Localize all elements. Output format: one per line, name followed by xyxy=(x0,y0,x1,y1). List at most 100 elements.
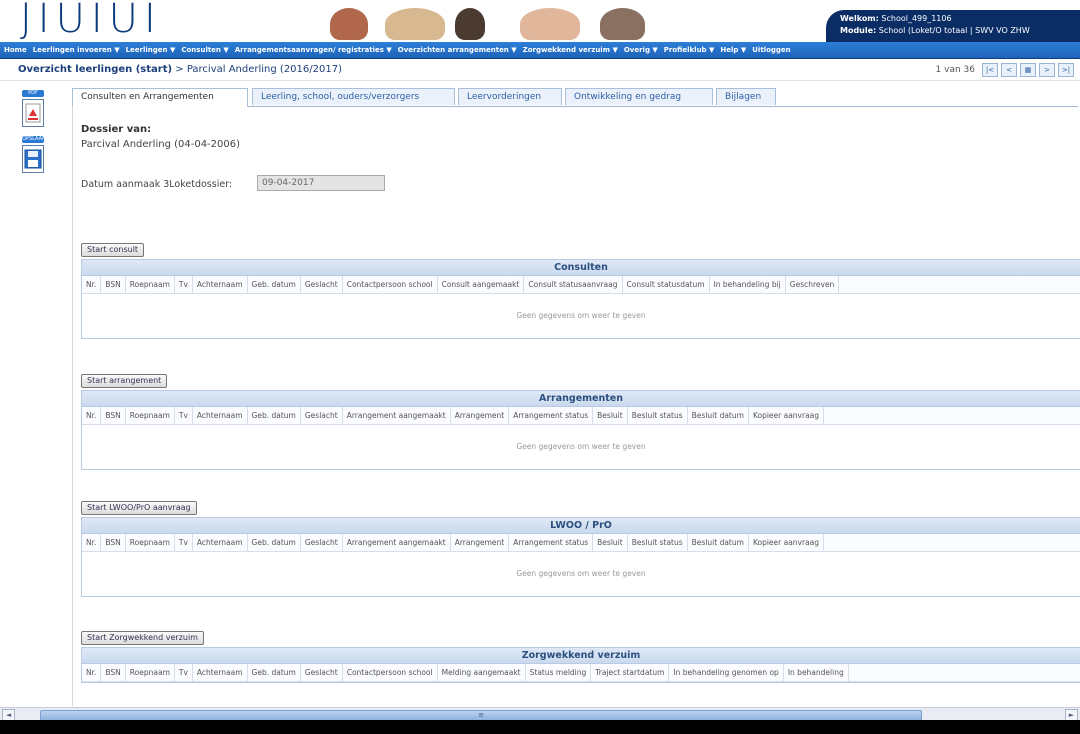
tab-ontwikkeling-gedrag[interactable]: Ontwikkeling en gedrag xyxy=(565,88,713,105)
column-header[interactable]: In behandeling xyxy=(784,664,849,681)
banner-photos xyxy=(330,2,660,40)
start-zorgwekkend-verzuim-button[interactable]: Start Zorgwekkend verzuim xyxy=(81,631,204,645)
lwoo-pro-empty-message: Geen gegevens om weer te geven xyxy=(516,569,646,578)
column-header[interactable]: BSN xyxy=(101,276,126,293)
tab-consulten-arrangementen[interactable]: Consulten en Arrangementen xyxy=(72,88,248,107)
scroll-grip-icon: ≡ xyxy=(478,711,484,719)
column-header[interactable]: Contactpersoon school xyxy=(343,276,438,293)
column-header[interactable]: Tv xyxy=(175,664,193,681)
column-header[interactable]: Achternaam xyxy=(193,407,248,424)
column-header[interactable]: Arrangement status xyxy=(509,534,594,551)
top-banner: JIUIUI Welkom: School_499_1106 Module: S… xyxy=(0,0,1080,42)
column-header[interactable]: Nr. xyxy=(82,276,102,293)
column-header[interactable]: Consult statusdatum xyxy=(623,276,710,293)
menu-uitloggen[interactable]: Uitloggen xyxy=(752,46,790,54)
tab-leerling-school-ouders[interactable]: Leerling, school, ouders/verzorgers xyxy=(252,88,455,105)
consulten-panel: Consulten Nr. BSN Roepnaam Tv Achternaam… xyxy=(81,259,1080,339)
column-header[interactable]: Nr. xyxy=(82,407,102,424)
menu-help[interactable]: Help ▼ xyxy=(720,46,746,54)
welcome-box: Welkom: School_499_1106 Module: School (… xyxy=(826,10,1080,42)
menu-profielklub[interactable]: Profielklub ▼ xyxy=(664,46,715,54)
save-button[interactable]: OPSLAAN xyxy=(22,136,46,178)
screen-bottom-bar xyxy=(0,720,1080,734)
column-header[interactable]: Kopieer aanvraag xyxy=(749,407,825,424)
column-header[interactable]: Contactpersoon school xyxy=(343,664,438,681)
column-header[interactable]: Consult aangemaakt xyxy=(438,276,525,293)
column-header[interactable]: In behandeling bij xyxy=(710,276,786,293)
menu-overig[interactable]: Overig ▼ xyxy=(624,46,658,54)
column-header[interactable]: BSN xyxy=(101,407,126,424)
column-header[interactable]: Achternaam xyxy=(193,664,248,681)
menu-arrangementsaanvragen[interactable]: Arrangementsaanvragen/ registraties ▼ xyxy=(235,46,392,54)
tab-leervorderingen[interactable]: Leervorderingen xyxy=(458,88,562,105)
column-header[interactable]: Status melding xyxy=(526,664,592,681)
pager-list-button[interactable]: ▦ xyxy=(1020,63,1036,77)
column-header[interactable]: Besluit datum xyxy=(688,407,749,424)
pdf-button[interactable]: PDF xyxy=(22,90,44,132)
menu-home[interactable]: Home xyxy=(4,46,27,54)
column-header[interactable]: Tv xyxy=(175,534,193,551)
column-header[interactable]: Arrangement xyxy=(451,534,510,551)
column-header[interactable]: Roepnaam xyxy=(126,407,175,424)
column-header[interactable]: Arrangement aangemaakt xyxy=(343,407,451,424)
start-consult-button[interactable]: Start consult xyxy=(81,243,145,257)
column-header[interactable]: Roepnaam xyxy=(126,664,175,681)
column-header[interactable]: Tv xyxy=(175,276,193,293)
column-header[interactable]: Arrangement status xyxy=(509,407,594,424)
arrangementen-empty-message: Geen gegevens om weer te geven xyxy=(516,442,646,451)
menu-leerlingen[interactable]: Leerlingen ▼ xyxy=(126,46,176,54)
datum-aanmaak-field[interactable]: 09-04-2017 xyxy=(257,175,385,191)
start-arrangement-button[interactable]: Start arrangement xyxy=(81,374,168,388)
column-header[interactable]: Traject startdatum xyxy=(591,664,670,681)
column-header[interactable]: Geschreven xyxy=(786,276,840,293)
menu-leerlingen-invoeren[interactable]: Leerlingen invoeren ▼ xyxy=(33,46,120,54)
breadcrumb-link[interactable]: Overzicht leerlingen (start) xyxy=(18,64,172,75)
column-header[interactable]: Geslacht xyxy=(301,534,343,551)
column-header[interactable]: Nr. xyxy=(82,664,102,681)
tab-bijlagen[interactable]: Bijlagen xyxy=(716,88,776,105)
menu-consulten[interactable]: Consulten ▼ xyxy=(181,46,228,54)
column-header[interactable]: Geb. datum xyxy=(248,276,301,293)
column-header[interactable]: Geb. datum xyxy=(248,407,301,424)
module-label: Module: xyxy=(840,26,877,35)
pager-last-button[interactable]: >| xyxy=(1058,63,1074,77)
pager-first-button[interactable]: |< xyxy=(982,63,998,77)
column-header[interactable]: Besluit status xyxy=(628,407,688,424)
column-header[interactable]: Consult statusaanvraag xyxy=(524,276,623,293)
breadcrumb: Overzicht leerlingen (start) > Parcival … xyxy=(18,64,342,75)
column-header[interactable]: Arrangement aangemaakt xyxy=(343,534,451,551)
column-header[interactable]: BSN xyxy=(101,664,126,681)
column-header[interactable]: Besluit datum xyxy=(688,534,749,551)
start-lwoo-pro-button[interactable]: Start LWOO/PrO aanvraag xyxy=(81,501,197,515)
column-header[interactable]: Melding aangemaakt xyxy=(438,664,526,681)
column-header[interactable]: Nr. xyxy=(82,534,102,551)
column-header[interactable]: Roepnaam xyxy=(126,276,175,293)
pager-prev-button[interactable]: < xyxy=(1001,63,1017,77)
column-header[interactable]: Besluit status xyxy=(628,534,688,551)
menu-overzichten-arrangementen[interactable]: Overzichten arrangementen ▼ xyxy=(398,46,517,54)
zorgwekkend-verzuim-title: Zorgwekkend verzuim xyxy=(82,648,1080,664)
column-header[interactable]: Besluit xyxy=(593,534,628,551)
column-header[interactable]: Geb. datum xyxy=(248,534,301,551)
lwoo-pro-header-row: Nr. BSN Roepnaam Tv Achternaam Geb. datu… xyxy=(82,534,1080,552)
column-header[interactable]: Arrangement xyxy=(451,407,510,424)
menu-zorgwekkend-verzuim[interactable]: Zorgwekkend verzuim ▼ xyxy=(523,46,618,54)
column-header[interactable]: Achternaam xyxy=(193,276,248,293)
column-header[interactable]: BSN xyxy=(101,534,126,551)
column-header[interactable]: Geslacht xyxy=(301,276,343,293)
pager-info: 1 van 36 xyxy=(935,65,975,75)
breadcrumb-bar: Overzicht leerlingen (start) > Parcival … xyxy=(0,60,1080,81)
pager-next-button[interactable]: > xyxy=(1039,63,1055,77)
column-header[interactable]: Kopieer aanvraag xyxy=(749,534,825,551)
column-header[interactable]: Achternaam xyxy=(193,534,248,551)
horizontal-scrollbar[interactable]: ◄ ≡ ► xyxy=(0,707,1080,721)
column-header[interactable]: Roepnaam xyxy=(126,534,175,551)
datum-aanmaak-label: Datum aanmaak 3Loketdossier: xyxy=(81,179,233,190)
column-header[interactable]: Geb. datum xyxy=(248,664,301,681)
column-header[interactable]: In behandeling genomen op xyxy=(669,664,784,681)
column-header[interactable]: Geslacht xyxy=(301,664,343,681)
column-header[interactable]: Tv xyxy=(175,407,193,424)
column-header[interactable]: Geslacht xyxy=(301,407,343,424)
column-header[interactable]: Besluit xyxy=(593,407,628,424)
side-toolbar: PDF OPSLAAN xyxy=(22,90,46,182)
